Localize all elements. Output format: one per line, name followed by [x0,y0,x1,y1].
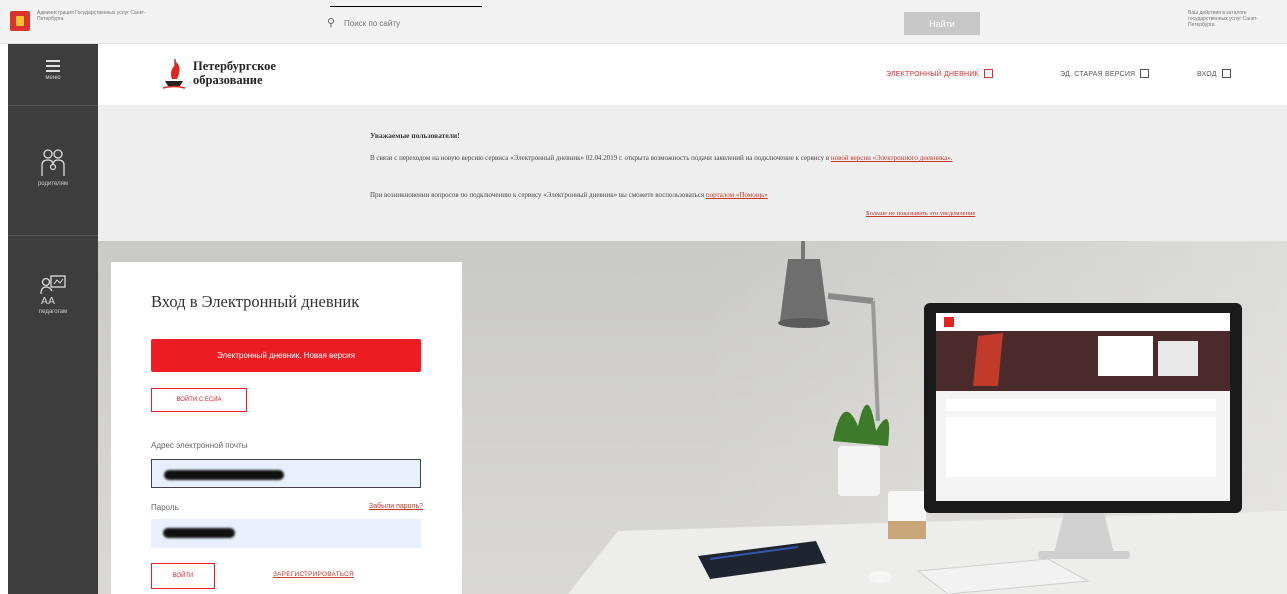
esia-login-button[interactable]: ВОЙТИ С ЕСИА [151,388,247,412]
password-label: Пароль [151,503,179,512]
login-arrow-icon [1140,69,1150,78]
login-arrow-icon [983,69,993,78]
new-version-button[interactable]: Электронный дневник. Новая версия [151,339,421,372]
register-link[interactable]: ЗАРЕГИСТРИРОВАТЬСЯ [273,571,354,578]
sidebar-item-parents-label: родителям [37,181,69,187]
nav-login-label: ВХОД [1197,71,1217,78]
notice-banner: Уважаемые пользователи! В связи с перехо… [98,106,1287,241]
help-portal-link[interactable]: порталом «Помощь» [706,191,768,199]
redacted-email [164,470,284,480]
login-title: Вход в Электронный дневник [151,292,360,311]
sidebar-menu-button[interactable]: меню [8,44,98,106]
sidebar-item-parents[interactable]: родителям [8,106,98,236]
find-button[interactable]: Найти [904,12,980,35]
notice-p2-text: При возникновении вопросов по подключени… [370,191,706,199]
nav-electronic-diary[interactable]: ЭЛЕКТРОННЫЙ ДНЕВНИК [886,69,993,78]
sidebar-item-teachers-label: педагогам [38,309,68,315]
gov-emblem-icon[interactable] [10,11,30,31]
site-title[interactable]: Петербургское образование [193,59,276,87]
teachers-icon: AA [40,275,66,306]
search-icon: ⚲ [327,17,336,29]
login-card: Вход в Электронный дневник Электронный д… [111,262,462,594]
gov-right-text[interactable]: Ваш действия в каталоге государственных … [1188,10,1284,28]
site-title-line2: образование [193,73,263,87]
nav-old-version[interactable]: ЭД. СТАРАЯ ВЕРСИЯ [1060,69,1150,78]
notice-p1-text: В связи с переходом на новую версию серв… [370,154,831,162]
redacted-password [163,528,235,538]
parents-icon [41,149,65,176]
gov-org-name[interactable]: Администрация Государственных услуг Санк… [37,10,147,22]
gov-top-bar: Администрация Государственных услуг Санк… [0,0,1287,44]
site-logo-icon[interactable] [163,57,185,91]
search-focus-line [330,6,482,7]
svg-text:AA: AA [41,296,55,306]
nav-old-version-label: ЭД. СТАРАЯ ВЕРСИЯ [1060,71,1136,78]
email-field[interactable] [151,459,421,488]
nav-electronic-diary-label: ЭЛЕКТРОННЫЙ ДНЕВНИК [886,71,979,78]
notice-title: Уважаемые пользователи! [370,131,460,140]
search-input[interactable] [344,16,544,30]
sidebar-menu-label: меню [45,75,61,81]
login-arrow-icon [1221,69,1231,78]
password-field[interactable] [151,519,421,548]
login-button[interactable]: ВОЙТИ [151,563,215,589]
email-label: Адрес электронной почты [151,441,248,450]
sidebar: меню родителям AA педагогам [8,44,98,594]
site-title-line1: Петербургское [193,59,276,73]
site-header: Петербургское образование ЭЛЕКТРОННЫЙ ДН… [98,44,1287,106]
hamburger-menu-icon [46,60,60,72]
sidebar-item-teachers[interactable]: AA педагогам [8,236,98,366]
forgot-password-link[interactable]: Забыли пароль? [369,503,423,510]
new-version-link[interactable]: новой версии «Электронного дневника». [831,154,953,162]
dismiss-notice-link[interactable]: Больше не показывать это уведомление [866,210,975,217]
notice-paragraph-2: При возникновении вопросов по подключени… [370,191,990,200]
notice-paragraph-1: В связи с переходом на новую версию серв… [370,154,990,163]
nav-login[interactable]: ВХОД [1197,69,1231,78]
